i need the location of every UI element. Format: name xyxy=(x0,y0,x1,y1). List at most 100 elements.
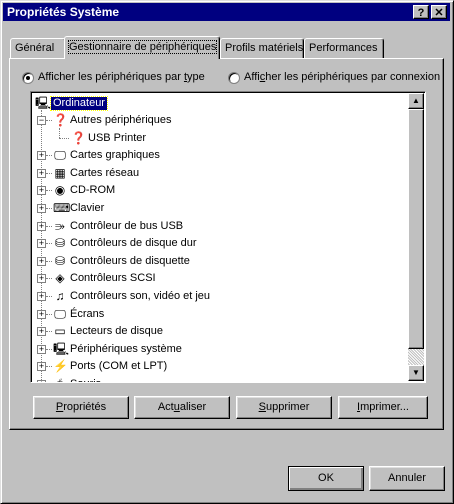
tree-connector xyxy=(46,190,52,192)
tab-performance[interactable]: Performances xyxy=(304,38,384,58)
tab-general[interactable]: Général xyxy=(10,38,66,58)
tree-item-label: Cartes réseau xyxy=(70,166,140,179)
tree-item-root[interactable]: 🖳 Ordinateur xyxy=(31,95,409,112)
ok-button[interactable]: OK xyxy=(288,466,364,491)
tree-item-label: Lecteurs de disque xyxy=(70,325,163,338)
expand-icon[interactable]: + xyxy=(37,204,46,213)
title-bar[interactable]: Propriétés Système ? ✕ xyxy=(3,3,450,21)
computer-icon: 🖳 xyxy=(35,96,52,110)
tree-item-label: Contrôleurs de disque dur xyxy=(70,237,197,250)
refresh-button[interactable]: Actualiser xyxy=(134,396,230,419)
tree-connector xyxy=(46,260,52,262)
tree-item[interactable]: + 🖰Souris xyxy=(31,376,409,382)
expand-icon[interactable]: + xyxy=(37,362,46,372)
mouse-icon: 🖰 xyxy=(53,377,67,382)
expand-icon[interactable]: + xyxy=(37,168,46,178)
expand-icon[interactable]: + xyxy=(37,292,46,301)
tab-device-manager[interactable]: Gestionnaire de périphériques xyxy=(64,36,220,59)
usb-icon: ⭄ xyxy=(55,218,65,233)
scroll-thumb[interactable] xyxy=(408,109,424,349)
tree-connector xyxy=(46,278,52,280)
tree-item-label: Périphériques système xyxy=(70,342,182,355)
cancel-button[interactable]: Annuler xyxy=(369,466,445,491)
tree-item[interactable]: ❓ USB Printer xyxy=(31,130,409,147)
tree-item[interactable]: + ◉ CD-ROM xyxy=(31,182,409,199)
help-button[interactable]: ? xyxy=(413,5,429,19)
device-tree[interactable]: 🖳 Ordinateur − ❓ Autres périphériques ❓ USB … xyxy=(30,91,426,383)
tree-connector xyxy=(46,225,52,227)
radio-by-connection-circle[interactable] xyxy=(228,72,240,84)
harddisk-icon: ⛁ xyxy=(54,236,66,251)
radio-by-type-circle[interactable] xyxy=(22,72,34,84)
expand-icon[interactable]: + xyxy=(37,186,46,196)
tree-item[interactable]: + 🖵 Cartes graphiques xyxy=(31,147,409,164)
tree-item-label: Contrôleurs son, vidéo et jeu xyxy=(70,290,211,302)
expand-icon[interactable]: + xyxy=(37,221,46,231)
radio-by-connection-label: Afficher les périphériques par connexion xyxy=(244,71,441,83)
tab-general-label: Général xyxy=(15,42,55,54)
remove-button[interactable]: Supprimer xyxy=(236,396,332,419)
tree-scrollbar[interactable]: ▲ ▼ xyxy=(408,93,424,381)
tree-item[interactable]: + ⭄ Contrôleur de bus USB xyxy=(31,218,409,235)
tab-hardware-profiles[interactable]: Profils matériels xyxy=(220,38,304,58)
expand-icon[interactable]: + xyxy=(37,309,46,319)
tree-item[interactable]: + ⛁ Contrôleurs de disquette xyxy=(31,253,409,270)
monitor-icon: 🖵 xyxy=(54,306,66,321)
tree-connector xyxy=(59,137,69,139)
tree-item[interactable]: + ◈ Contrôleurs SCSI xyxy=(31,270,409,287)
sound-icon: ♫ xyxy=(55,289,65,303)
keyboard-icon: ⌨ xyxy=(53,201,71,215)
tree-item-label: Clavier xyxy=(70,202,105,214)
window-title: Propriétés Système xyxy=(7,5,120,19)
tree-item[interactable]: + ⌨ Clavier xyxy=(31,200,409,217)
tree-item-label: Souris xyxy=(70,378,101,382)
tab-hardware-profiles-label: Profils matériels xyxy=(225,42,304,54)
tree-item[interactable]: + ♫ Contrôleurs son, vidéo et jeu xyxy=(31,288,409,305)
tree-item-root-label: Ordinateur xyxy=(50,96,108,111)
expand-icon[interactable]: + xyxy=(37,256,46,266)
tree-item-label: Autres périphériques xyxy=(70,114,172,126)
tree-item-label: Contrôleurs de disquette xyxy=(70,254,190,267)
properties-button[interactable]: Propriétés xyxy=(33,396,129,419)
scroll-up-button[interactable]: ▲ xyxy=(408,93,424,109)
monitor-icon: 🖵 xyxy=(54,148,66,163)
question-device-icon: ❓ xyxy=(71,130,86,145)
close-button[interactable]: ✕ xyxy=(431,5,447,19)
print-button[interactable]: Imprimer... xyxy=(338,396,428,419)
tree-item[interactable]: + ▦ Cartes réseau xyxy=(31,165,409,182)
tree-item[interactable]: + 🖳 Périphériques système xyxy=(31,341,409,358)
tree-item[interactable]: + ⚡ Ports (COM et LPT) xyxy=(31,358,409,375)
floppy-controller-icon: ⛁ xyxy=(54,253,66,268)
collapse-icon[interactable]: − xyxy=(37,116,46,125)
expand-icon[interactable]: + xyxy=(37,239,46,249)
tree-connector xyxy=(46,296,52,297)
tree-item-label: Contrôleur de bus USB xyxy=(70,219,184,232)
expand-icon[interactable]: + xyxy=(37,380,46,382)
tree-item-label: Cartes graphiques xyxy=(70,149,160,162)
tree-connector xyxy=(46,348,52,350)
expand-icon[interactable]: + xyxy=(37,151,46,161)
tree-item-label: Écrans xyxy=(70,307,105,320)
question-device-icon: ❓ xyxy=(53,113,68,127)
tree-connector xyxy=(46,331,52,333)
tree-connector xyxy=(46,120,52,121)
expand-icon[interactable]: + xyxy=(37,344,46,354)
computer-icon: 🖳 xyxy=(53,341,70,356)
tree-item-label: CD-ROM xyxy=(70,184,116,197)
port-icon: ⚡ xyxy=(53,359,68,374)
cdrom-icon: ◉ xyxy=(54,183,66,198)
radio-by-type-label: Afficher les périphériques par type xyxy=(38,71,205,83)
expand-icon[interactable]: + xyxy=(37,274,46,284)
tree-item[interactable]: + 🖵 Écrans xyxy=(31,306,409,323)
scroll-down-button[interactable]: ▼ xyxy=(408,365,424,381)
tree-item[interactable]: + ▭ Lecteurs de disque xyxy=(31,323,409,340)
scsi-icon: ◈ xyxy=(55,271,65,286)
radio-dot-icon xyxy=(26,76,30,80)
tree-item[interactable]: − ❓ Autres périphériques xyxy=(31,112,409,129)
tree-connector xyxy=(46,208,52,209)
tree-item[interactable]: + ⛁ Contrôleurs de disque dur xyxy=(31,235,409,252)
expand-icon[interactable]: + xyxy=(37,327,46,337)
tree-item-label: Contrôleurs SCSI xyxy=(70,272,156,285)
tree-connector xyxy=(46,313,52,315)
network-card-icon: ▦ xyxy=(54,165,66,180)
